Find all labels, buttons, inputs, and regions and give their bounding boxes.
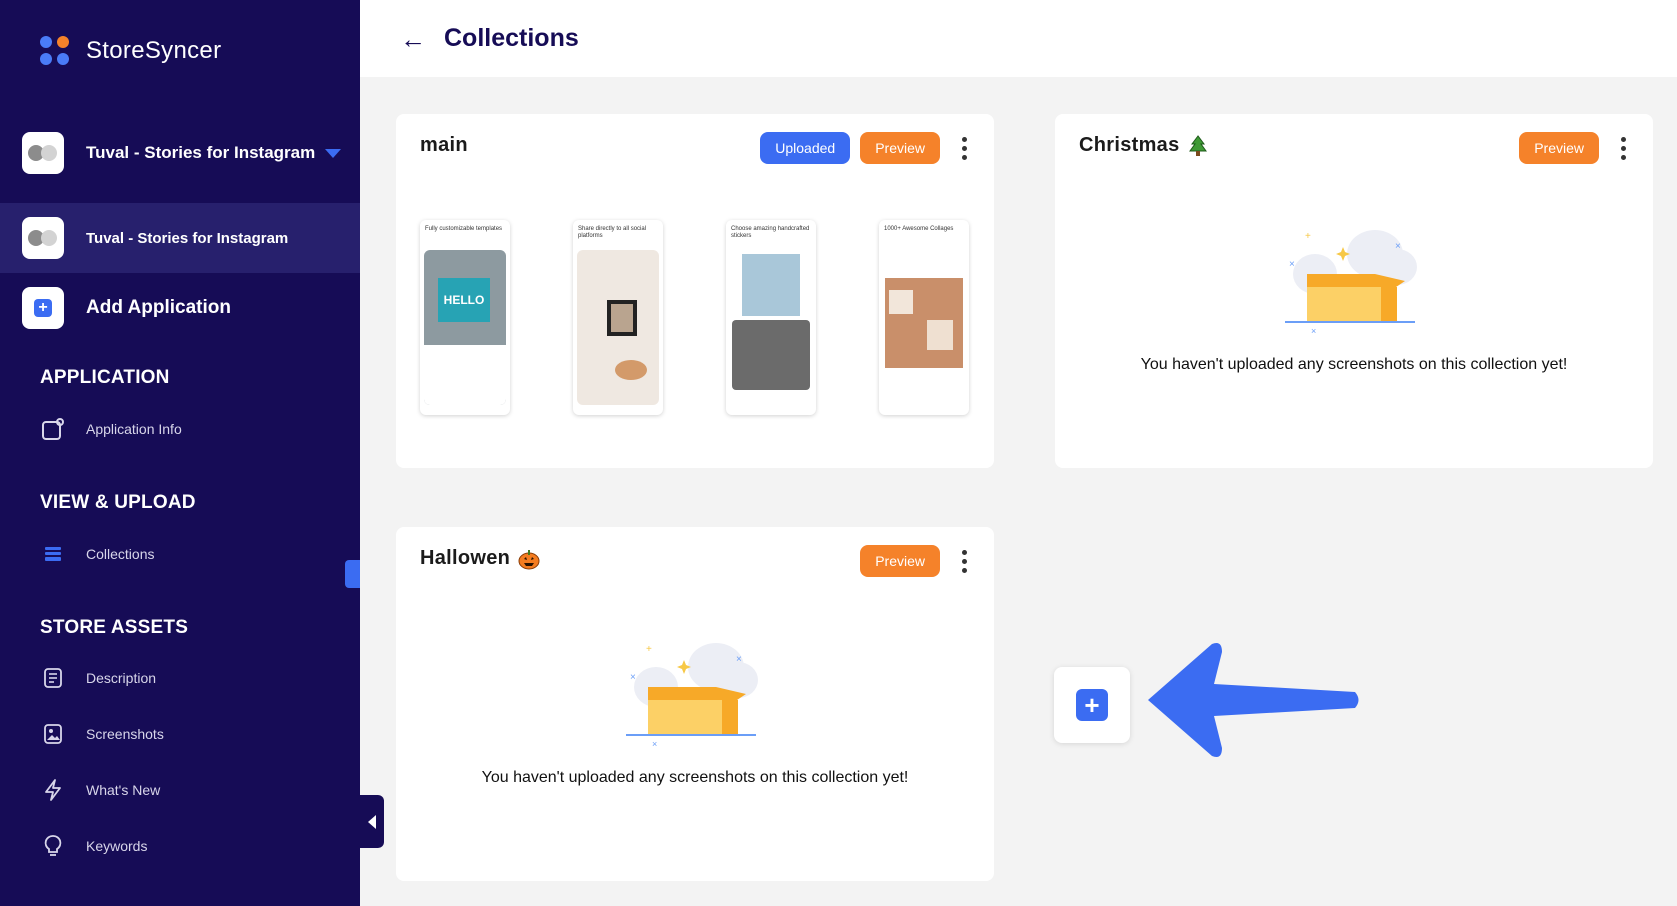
- screenshot-image: [577, 250, 659, 405]
- more-options-icon[interactable]: [954, 545, 974, 577]
- collection-title: Christmas: [1079, 134, 1208, 157]
- screenshot-caption: Fully customizable templates: [425, 226, 503, 232]
- sidebar-item-whats-new[interactable]: What's New: [40, 776, 160, 804]
- app-icon: [22, 217, 64, 259]
- app-list-item-label: Tuval - Stories for Instagram: [86, 229, 289, 247]
- uploaded-button[interactable]: Uploaded: [760, 132, 851, 164]
- svg-text:×: ×: [1311, 326, 1316, 334]
- sidebar-item-label: Screenshots: [86, 726, 164, 742]
- lightning-icon: [40, 777, 66, 803]
- svg-text:×: ×: [1395, 241, 1401, 252]
- screenshot-image: HELLO: [424, 250, 506, 405]
- back-arrow-icon[interactable]: ←: [400, 26, 426, 52]
- collection-card-christmas: Christmas Preview + × × × You haven't up…: [1055, 114, 1653, 468]
- active-indicator: [345, 560, 360, 588]
- pointer-arrow-icon: [1148, 643, 1359, 757]
- screenshot-caption: Share directly to all social platforms: [578, 226, 647, 239]
- preview-button[interactable]: Preview: [860, 132, 940, 164]
- plus-icon: +: [34, 299, 52, 317]
- add-application-button[interactable]: + Add Application: [0, 273, 360, 343]
- sidebar-item-description[interactable]: Description: [40, 664, 156, 692]
- empty-collection-message: You haven't uploaded any screenshots on …: [1140, 356, 1568, 373]
- sidebar: StoreSyncer Tuval - Stories for Instagra…: [0, 0, 360, 906]
- screenshot-hello-text: HELLO: [438, 278, 490, 322]
- collection-card-halloween: Hallowen Preview + × × × You haven't upl…: [396, 527, 994, 881]
- sidebar-item-label: Collections: [86, 546, 155, 562]
- sidebar-item-screenshots[interactable]: Screenshots: [40, 720, 164, 748]
- screenshot-list: Fully customizable templates HELLO Share…: [420, 220, 1032, 415]
- collection-name: main: [420, 134, 468, 156]
- section-title-store-assets: STORE ASSETS: [40, 617, 189, 638]
- plus-icon: +: [1076, 689, 1108, 721]
- collection-card-main: main Uploaded Preview Fully customizable…: [396, 114, 994, 468]
- document-icon: [40, 665, 66, 691]
- sidebar-item-label: Application Info: [86, 421, 182, 437]
- screenshot-image: [730, 250, 812, 405]
- preview-button[interactable]: Preview: [1519, 132, 1599, 164]
- screenshot-thumbnail[interactable]: Share directly to all social platforms: [573, 220, 663, 415]
- svg-text:×: ×: [736, 654, 742, 665]
- collection-actions: Uploaded Preview: [750, 132, 974, 164]
- add-collection-button[interactable]: +: [1054, 667, 1130, 743]
- svg-text:×: ×: [630, 672, 636, 683]
- sidebar-item-label: What's New: [86, 782, 161, 798]
- more-options-icon[interactable]: [954, 132, 974, 164]
- screenshot-image: [883, 250, 965, 405]
- logo-icon: [40, 36, 70, 66]
- svg-text:×: ×: [652, 739, 657, 747]
- screenshot-thumbnail[interactable]: Choose amazing handcrafted stickers: [726, 220, 816, 415]
- sidebar-item-label: Keywords: [86, 838, 148, 854]
- sidebar-item-collections[interactable]: Collections: [40, 540, 154, 568]
- sidebar-item-application-info[interactable]: Application Info: [40, 415, 182, 443]
- app-icon: [22, 132, 64, 174]
- add-application-label: Add Application: [86, 297, 231, 318]
- empty-box-illustration: + × × ×: [1285, 230, 1417, 334]
- toggle-logo-icon: [28, 145, 58, 161]
- empty-box-illustration: + × × ×: [626, 643, 758, 747]
- section-title-application: APPLICATION: [40, 367, 170, 388]
- collapse-left-icon: [368, 814, 376, 829]
- collection-title: main: [420, 134, 468, 157]
- pumpkin-icon: [518, 548, 540, 570]
- page-header: ← Collections: [360, 0, 1677, 77]
- collection-name: Christmas: [1079, 134, 1180, 156]
- image-icon: [40, 721, 66, 747]
- collection-title: Hallowen: [420, 547, 540, 570]
- svg-text:+: +: [646, 644, 652, 655]
- collection-actions: Preview: [850, 545, 974, 577]
- app-list-item[interactable]: Tuval - Stories for Instagram: [0, 203, 360, 273]
- toggle-logo-icon: [28, 230, 58, 246]
- empty-collection-message: You haven't uploaded any screenshots on …: [481, 769, 909, 786]
- brand-name: StoreSyncer: [86, 37, 222, 64]
- current-app-name: Tuval - Stories for Instagram: [86, 143, 316, 162]
- add-icon-wrap: +: [22, 287, 64, 329]
- more-options-icon[interactable]: [1613, 132, 1633, 164]
- app-info-icon: [40, 416, 66, 442]
- svg-text:+: +: [1305, 231, 1311, 242]
- sidebar-item-keywords[interactable]: Keywords: [40, 832, 147, 860]
- sidebar-collapse-button[interactable]: [360, 795, 384, 848]
- screenshot-thumbnail[interactable]: 1000+ Awesome Collages: [879, 220, 969, 415]
- chevron-down-icon[interactable]: [325, 148, 342, 158]
- screenshot-caption: 1000+ Awesome Collages: [884, 226, 954, 232]
- sidebar-item-label: Description: [86, 670, 157, 686]
- preview-button[interactable]: Preview: [860, 545, 940, 577]
- svg-text:×: ×: [1289, 259, 1295, 270]
- page-title: Collections: [444, 24, 579, 52]
- section-title-view-upload: VIEW & UPLOAD: [40, 492, 196, 513]
- collection-actions: Preview: [1509, 132, 1633, 164]
- app-switcher[interactable]: Tuval - Stories for Instagram: [0, 118, 360, 188]
- collections-icon: [40, 541, 66, 567]
- screenshot-thumbnail[interactable]: Fully customizable templates HELLO: [420, 220, 510, 415]
- lightbulb-icon: [40, 833, 66, 859]
- collection-name: Hallowen: [420, 547, 511, 569]
- brand-logo[interactable]: StoreSyncer: [40, 36, 221, 66]
- screenshot-caption: Choose amazing handcrafted stickers: [731, 226, 810, 239]
- tree-icon: [1188, 134, 1208, 157]
